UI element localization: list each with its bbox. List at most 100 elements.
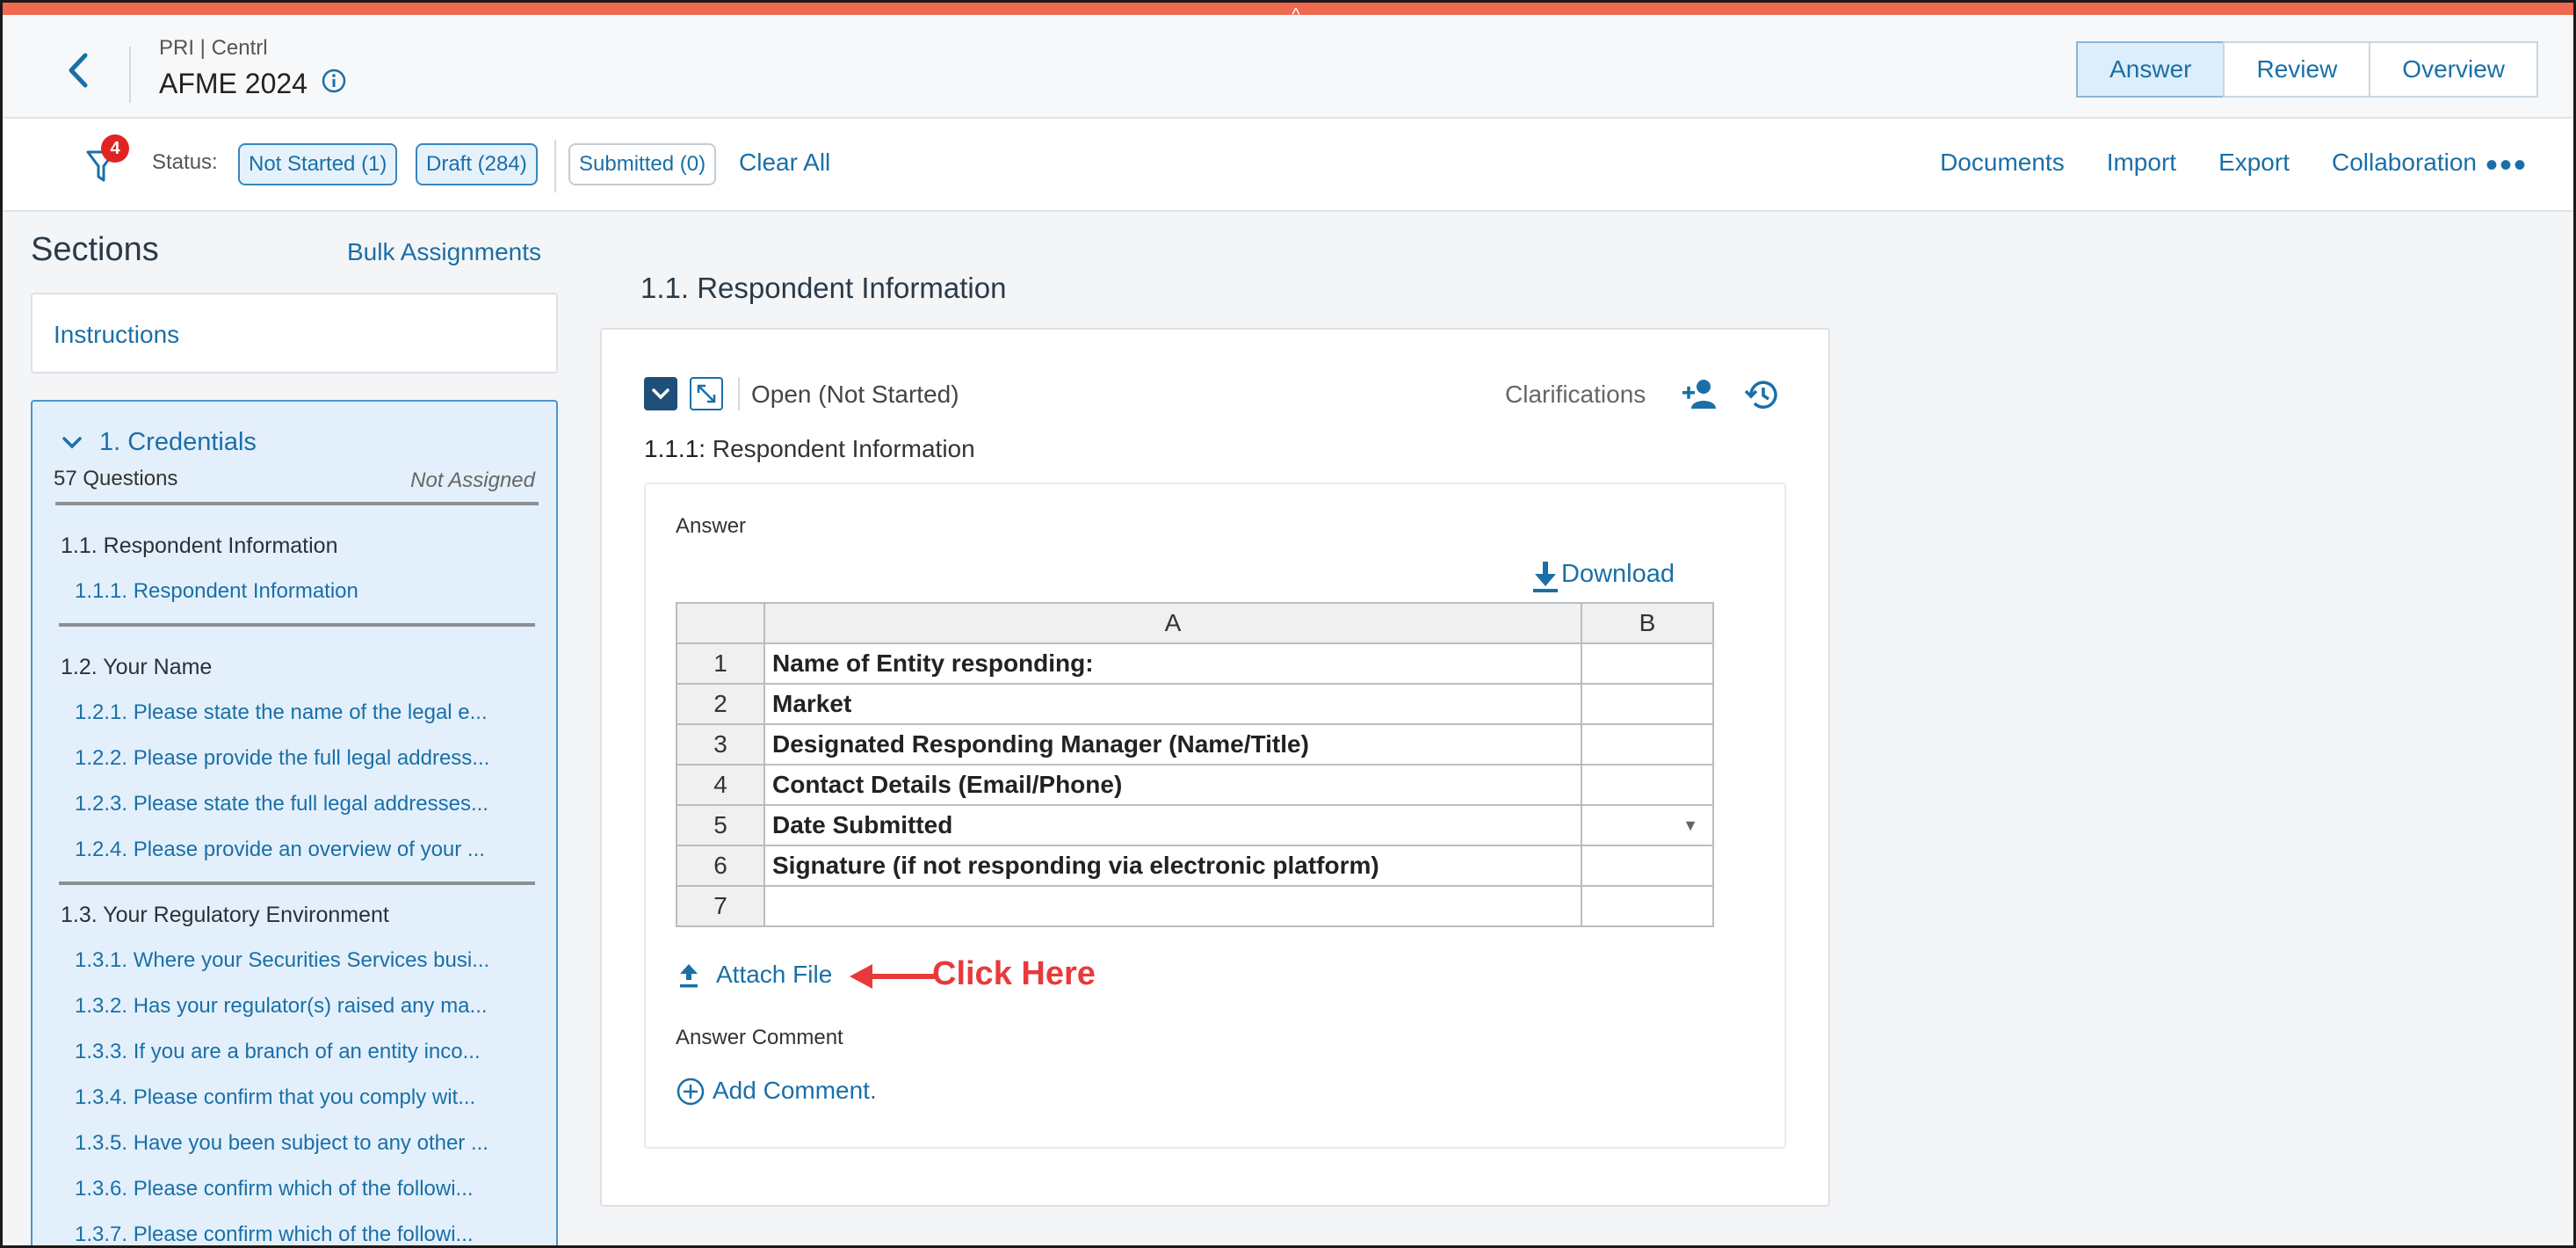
annotation-label: Click Here: [932, 955, 1096, 992]
grid-cell-a[interactable]: [763, 885, 1582, 927]
grid-cell-a[interactable]: Designated Responding Manager (Name/Titl…: [763, 723, 1582, 765]
question-number: 1.1.1:: [644, 435, 706, 462]
sidebar-question-item[interactable]: 1.3.7. Please confirm which of the follo…: [75, 1223, 539, 1245]
answer-grid: A B 1 Name of Entity responding: 2 Marke…: [676, 602, 1714, 927]
filter-divider: [554, 140, 556, 192]
collaboration-link[interactable]: Collaboration: [2332, 149, 2477, 177]
status-label: Status:: [152, 150, 218, 174]
more-options-icon[interactable]: •••: [2486, 148, 2528, 183]
sidebar-question-item[interactable]: 1.2.3. Please state the full legal addre…: [75, 792, 539, 816]
plus-circle-icon[interactable]: [676, 1077, 706, 1107]
sidebar-question-item[interactable]: 1.2.1. Please state the name of the lega…: [75, 700, 539, 725]
instructions-item[interactable]: Instructions: [31, 293, 558, 374]
grid-cell-a[interactable]: Date Submitted: [763, 804, 1582, 846]
tab-overview[interactable]: Overview: [2369, 41, 2538, 98]
chip-submitted[interactable]: Submitted (0): [568, 143, 717, 185]
sidebar-question-item[interactable]: 1.3.3. If you are a branch of an entity …: [75, 1040, 539, 1064]
toolbar-links: Documents Import Export Collaboration: [1898, 149, 2477, 177]
attach-file-button[interactable]: Attach File: [716, 961, 832, 989]
question-card: Open (Not Started) Clarifications 1.1.1:…: [600, 328, 1830, 1207]
expand-button[interactable]: [690, 377, 723, 410]
sidebar-question-item[interactable]: 1.3.4. Please confirm that you comply wi…: [75, 1085, 539, 1110]
sidebar-question-item[interactable]: 1.2.4. Please provide an overview of you…: [75, 838, 539, 862]
sidebar-question-item[interactable]: 1.3.5. Have you been subject to any othe…: [75, 1131, 539, 1156]
upload-icon[interactable]: [677, 962, 700, 989]
add-comment-link[interactable]: Add Comment.: [713, 1077, 877, 1105]
instructions-label: Instructions: [54, 321, 180, 348]
tab-answer[interactable]: Answer: [2076, 41, 2225, 98]
history-icon[interactable]: [1742, 375, 1781, 414]
grid-cell-a[interactable]: Contact Details (Email/Phone): [763, 764, 1582, 806]
chip-not-started[interactable]: Not Started (1): [238, 143, 398, 185]
chip-draft[interactable]: Draft (284): [416, 143, 538, 185]
section-title[interactable]: 1. Credentials: [99, 428, 257, 457]
clarifications-label[interactable]: Clarifications: [1505, 381, 1646, 409]
group-title[interactable]: 1.3. Your Regulatory Environment: [61, 903, 389, 928]
section-rule: [59, 623, 535, 627]
grid-corner-cell: [676, 602, 765, 644]
download-link[interactable]: Download: [1561, 560, 1675, 589]
row-number: 4: [676, 764, 765, 806]
filter-count-badge: 4: [101, 134, 129, 163]
row-number: 1: [676, 642, 765, 685]
question-count: 57 Questions: [54, 467, 178, 490]
question-text: Respondent Information: [712, 435, 975, 462]
sidebar-question-item[interactable]: 1.2.2. Please provide the full legal add…: [75, 746, 539, 771]
chevron-down-icon[interactable]: [61, 432, 83, 454]
assignment-status: Not Assigned: [410, 468, 535, 492]
bulk-assignments-link[interactable]: Bulk Assignments: [347, 238, 541, 266]
grid-cell-a[interactable]: Name of Entity responding:: [763, 642, 1582, 685]
annotation-arrow-icon: [850, 964, 937, 989]
back-arrow-icon[interactable]: [61, 48, 96, 92]
table-row: 2 Market: [676, 683, 1714, 725]
grid-cell-b[interactable]: [1581, 845, 1714, 887]
filter-bar: 4 Status: Not Started (1) Draft (284) Su…: [3, 119, 2573, 212]
view-tabs: Answer Review Overview: [2076, 41, 2538, 98]
answer-comment-label: Answer Comment: [676, 1026, 843, 1049]
sidebar-question-item[interactable]: 1.3.2. Has your regulator(s) raised any …: [75, 994, 539, 1019]
grid-cell-a[interactable]: Signature (if not responding via electro…: [763, 845, 1582, 887]
grid-cell-b[interactable]: [1581, 885, 1714, 927]
breadcrumb: PRI | Centrl: [159, 36, 268, 60]
grid-cell-a[interactable]: Market: [763, 683, 1582, 725]
date-dropdown-cell[interactable]: ▼: [1581, 804, 1714, 846]
tab-review[interactable]: Review: [2223, 41, 2371, 98]
documents-link[interactable]: Documents: [1940, 149, 2065, 177]
section-panel-credentials: 1. Credentials 57 Questions Not Assigned…: [31, 400, 558, 1245]
section-rule: [55, 502, 539, 505]
grid-header-row: A B: [676, 602, 1714, 644]
grid-cell-b[interactable]: [1581, 764, 1714, 806]
table-row: 6 Signature (if not responding via elect…: [676, 845, 1714, 887]
table-row: 3 Designated Responding Manager (Name/Ti…: [676, 723, 1714, 765]
question-subtitle: 1.1.1: Respondent Information: [644, 435, 975, 463]
import-link[interactable]: Import: [2107, 149, 2176, 177]
sidebar-question-item[interactable]: 1.3.6. Please confirm which of the follo…: [75, 1177, 539, 1201]
sidebar-question-item[interactable]: 1.1.1. Respondent Information: [75, 579, 539, 604]
section-heading: 1.1. Respondent Information: [640, 272, 1007, 304]
expand-diagonal-icon: [697, 384, 716, 403]
chevron-down-icon: [652, 388, 669, 400]
answer-label: Answer: [676, 514, 747, 538]
group-title[interactable]: 1.2. Your Name: [61, 655, 212, 680]
grid-cell-b[interactable]: [1581, 723, 1714, 765]
collapse-question-button[interactable]: [644, 377, 677, 410]
header-divider: [129, 47, 131, 103]
download-icon[interactable]: [1531, 560, 1559, 593]
column-header-a: A: [763, 602, 1582, 644]
clear-all-link[interactable]: Clear All: [739, 149, 830, 177]
sections-title: Sections: [31, 231, 159, 268]
section-rule: [59, 882, 535, 885]
row-number: 5: [676, 804, 765, 846]
sidebar-question-item[interactable]: 1.3.1. Where your Securities Services bu…: [75, 948, 539, 973]
info-icon[interactable]: [321, 68, 347, 94]
table-row: 7: [676, 885, 1714, 927]
toolbar-divider: [738, 377, 740, 410]
answer-box: Answer Download A B 1 Name of Entity res…: [644, 483, 1786, 1149]
grid-cell-b[interactable]: [1581, 642, 1714, 685]
group-title[interactable]: 1.1. Respondent Information: [61, 533, 337, 559]
table-row: 4 Contact Details (Email/Phone): [676, 764, 1714, 806]
export-link[interactable]: Export: [2218, 149, 2290, 177]
grid-cell-b[interactable]: [1581, 683, 1714, 725]
dropdown-arrow-icon[interactable]: ▼: [1682, 816, 1698, 835]
add-user-icon[interactable]: [1681, 377, 1719, 410]
